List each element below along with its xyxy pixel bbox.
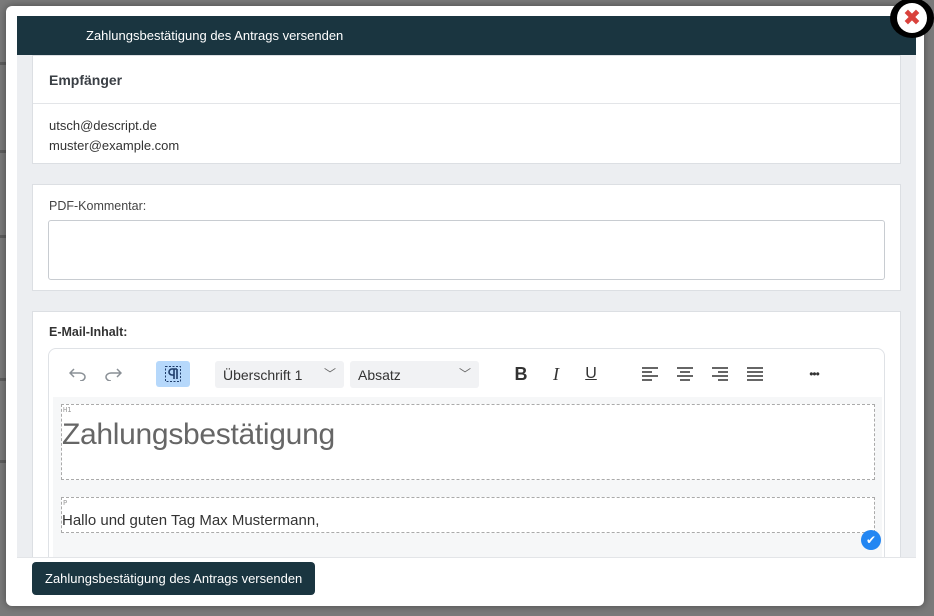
modal-body[interactable]: Empfänger utsch@descript.de muster@examp… — [17, 55, 916, 557]
payment-confirmation-modal: Zahlungsbestätigung des Antrags versende… — [6, 6, 924, 606]
heading-select[interactable]: Überschrift 1 ﹀ — [215, 361, 344, 388]
chevron-down-icon: ﹀ — [323, 367, 336, 381]
align-left-icon[interactable] — [634, 361, 666, 387]
heading-block[interactable]: H1 Zahlungsbestätigung — [61, 404, 875, 480]
align-right-icon[interactable] — [704, 361, 736, 387]
recipients-card: Empfänger utsch@descript.de muster@examp… — [32, 55, 901, 164]
pilcrow-icon[interactable] — [156, 361, 190, 387]
rich-text-editor: Überschrift 1 ﹀ Absatz ﹀ B I U ••• H1 Za… — [48, 348, 885, 557]
bold-button[interactable]: B — [505, 361, 537, 387]
modal-title: Zahlungsbestätigung des Antrags versende… — [86, 28, 344, 43]
align-center-icon[interactable] — [669, 361, 701, 387]
email-content-card: E-Mail-Inhalt: Überschrift 1 ﹀ Absatz ﹀ … — [32, 311, 901, 557]
block-format-value: Absatz — [358, 366, 401, 383]
paragraph-text: Hallo und guten Tag Max Mustermann, — [62, 512, 320, 529]
heading-select-value: Überschrift 1 — [223, 366, 303, 383]
paragraph-block[interactable]: P Hallo und guten Tag Max Mustermann, ✔ — [61, 497, 881, 550]
chevron-down-icon: ﹀ — [458, 367, 471, 381]
undo-icon[interactable] — [62, 361, 94, 387]
more-options-button[interactable]: ••• — [798, 361, 830, 387]
recipients-heading: Empfänger — [33, 56, 900, 104]
close-button[interactable]: ✖ — [890, 0, 934, 38]
recipients-list: utsch@descript.de muster@example.com — [33, 104, 900, 156]
pdf-comment-input[interactable] — [48, 220, 885, 280]
modal-footer: Zahlungsbestätigung des Antrags versende… — [17, 557, 916, 606]
recipient-email: utsch@descript.de — [49, 118, 157, 133]
editor-toolbar: Überschrift 1 ﹀ Absatz ﹀ B I U ••• — [49, 349, 884, 397]
recipient-email: muster@example.com — [49, 138, 180, 153]
pdf-comment-card: PDF-Kommentar: — [32, 184, 901, 291]
pdf-comment-label: PDF-Kommentar: — [49, 199, 147, 213]
editor-content-area[interactable]: H1 Zahlungsbestätigung P Hallo und guten… — [53, 397, 882, 557]
heading-text: Zahlungsbestätigung — [62, 418, 335, 451]
align-justify-icon[interactable] — [739, 361, 771, 387]
italic-button[interactable]: I — [540, 361, 572, 387]
block-format-select[interactable]: Absatz ﹀ — [350, 361, 479, 388]
close-icon: ✖ — [897, 3, 927, 33]
block-tag: P — [63, 499, 68, 507]
redo-icon[interactable] — [97, 361, 129, 387]
block-tag: H1 — [63, 406, 72, 414]
email-content-label: E-Mail-Inhalt: — [49, 325, 128, 339]
modal-header: Zahlungsbestätigung des Antrags versende… — [17, 16, 916, 55]
check-icon[interactable]: ✔ — [861, 530, 881, 550]
underline-button[interactable]: U — [575, 361, 607, 387]
send-confirmation-button[interactable]: Zahlungsbestätigung des Antrags versende… — [32, 562, 316, 595]
